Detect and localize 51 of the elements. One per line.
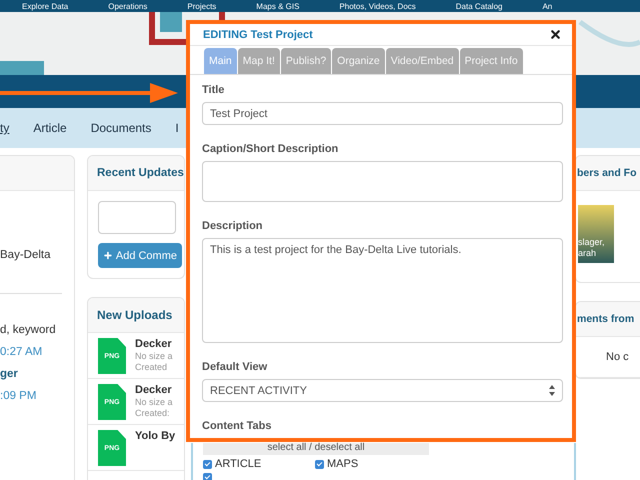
timestamp: :09 PM <box>0 390 38 402</box>
card-title: ments from <box>577 313 634 325</box>
title-input-field[interactable]: Test Project <box>202 102 563 125</box>
file-size: No size a <box>135 397 173 407</box>
file-created: Created: <box>135 408 171 418</box>
field-label: Caption/Short Description <box>202 143 340 155</box>
card-title: Recent Updates <box>97 167 184 179</box>
card-title: bers and Fo <box>577 167 637 179</box>
file-created: Created <box>135 362 168 372</box>
member-name: slager, <box>578 237 606 248</box>
dialog-title: EDITING Test Project <box>203 28 313 40</box>
nav-link[interactable]: Projects <box>187 2 216 12</box>
checkbox[interactable] <box>315 460 324 468</box>
user-name: ger <box>0 368 19 380</box>
text-area-field[interactable] <box>202 161 563 202</box>
checkbox[interactable] <box>203 473 212 480</box>
file-name[interactable]: Yolo By <box>135 430 176 442</box>
info-text: d, keyword <box>0 324 57 336</box>
file-size: No size a <box>135 351 173 361</box>
nav-link[interactable]: Operations <box>108 2 148 12</box>
photo-placeholder[interactable]: slager, arah <box>578 205 614 263</box>
file-name[interactable]: Decker <box>135 384 173 396</box>
view-select-field[interactable]: RECENT ACTIVITY <box>202 379 563 402</box>
member-name: arah <box>578 248 598 259</box>
nav-link[interactable]: Data Catalog <box>456 2 502 12</box>
comment-field[interactable] <box>98 201 176 234</box>
close-button[interactable] <box>549 28 562 41</box>
field-label: Default View <box>202 361 268 373</box>
nav-link[interactable]: Explore Data <box>22 2 68 12</box>
plus-icon <box>103 250 113 261</box>
nav-link[interactable]: Maps & GIS <box>256 2 300 12</box>
select-all-link[interactable]: select all / deselect all <box>203 443 429 455</box>
checkbox[interactable] <box>203 460 212 468</box>
text-area-field[interactable]: This is a test project for the Bay-Delta Live tutorials. <box>202 238 563 343</box>
timestamp: 0:27 AM <box>0 346 44 358</box>
sub-nav-link[interactable]: ty <box>0 121 10 135</box>
checkbox-label: MAPS <box>327 458 358 470</box>
nav-link[interactable]: Photos, Videos, Docs <box>339 2 416 12</box>
add-comment-button[interactable]: Add Comme <box>98 243 182 268</box>
field-label: Title <box>202 84 226 96</box>
checkbox-label: ARTICLE <box>215 458 262 470</box>
card-title: New Uploads <box>97 308 172 322</box>
nav-link[interactable]: An <box>542 2 552 12</box>
field-label: Content Tabs <box>202 420 272 432</box>
sub-nav-link[interactable]: Documents <box>90 121 152 135</box>
sub-nav-link[interactable]: I <box>175 121 179 135</box>
info-text: Bay-Delta <box>0 249 52 261</box>
file-name[interactable]: Decker <box>135 338 173 350</box>
sort-arrows-icon <box>549 385 555 396</box>
field-label: Description <box>202 220 264 232</box>
sub-nav-link[interactable]: Article <box>33 121 67 135</box>
